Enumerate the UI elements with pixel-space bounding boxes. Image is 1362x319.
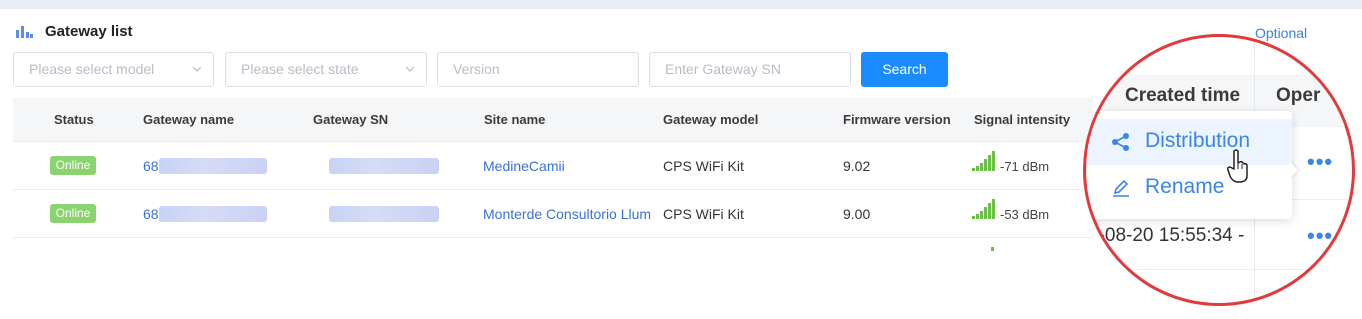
gateway-name-link[interactable]: 68	[143, 158, 159, 174]
page-title: Gateway list	[45, 23, 133, 40]
more-actions-icon[interactable]: •••	[1307, 223, 1333, 249]
site-name-link[interactable]: MedineCamii	[483, 158, 565, 174]
column-gateway-sn: Gateway SN	[313, 112, 389, 127]
gateway-sn-input[interactable]: Enter Gateway SN	[649, 52, 851, 87]
column-firmware-version: Firmware version	[843, 112, 951, 127]
redaction-patch	[267, 150, 329, 182]
redaction-patch	[267, 198, 329, 230]
row-divider	[13, 141, 1093, 142]
state-select-placeholder: Please select state	[241, 61, 359, 77]
gateway-model-text: CPS WiFi Kit	[663, 206, 744, 222]
share-icon	[1112, 133, 1129, 151]
gateway-model-text: CPS WiFi Kit	[663, 158, 744, 174]
site-name-link[interactable]: Monterde Consultorio Llum	[483, 206, 651, 222]
version-input[interactable]: Version	[437, 52, 639, 87]
chevron-down-icon	[193, 66, 201, 72]
row-divider	[13, 237, 1093, 238]
state-select[interactable]: Please select state	[225, 52, 427, 87]
operation-dropdown-menu: Distribution Rename	[1087, 111, 1292, 219]
created-time-value: 1-08-20 15:55:34 -	[1088, 225, 1245, 246]
column-created-time: Created time	[1125, 85, 1241, 106]
bar-chart-icon	[16, 26, 33, 38]
firmware-version-text: 9.00	[843, 206, 871, 222]
signal-value: -53 dBm	[1000, 207, 1050, 222]
distribution-menu-item[interactable]: Distribution	[1087, 119, 1292, 165]
hand-pointer-icon	[1227, 149, 1248, 183]
redacted-gateway-name	[159, 206, 267, 222]
column-operation: Oper	[1276, 85, 1321, 106]
status-badge: Online	[50, 204, 96, 223]
model-select[interactable]: Please select model	[13, 52, 214, 87]
redacted-gateway-name	[159, 158, 267, 174]
status-badge: Online	[50, 156, 96, 175]
chevron-down-icon	[406, 66, 414, 72]
edit-icon	[1113, 179, 1129, 197]
more-actions-icon[interactable]: •••	[1307, 149, 1333, 175]
signal-strength-icon	[972, 151, 995, 171]
signal-bar-fragment	[991, 247, 994, 251]
row-divider	[1086, 269, 1352, 270]
rename-menu-item[interactable]: Rename	[1087, 165, 1292, 211]
gateway-sn-input-placeholder: Enter Gateway SN	[665, 61, 781, 77]
magnifier-callout: Created time Oper 1-08-20 15:55:34 - •••…	[1083, 34, 1355, 306]
column-gateway-name: Gateway name	[143, 112, 235, 127]
rename-label: Rename	[1145, 175, 1225, 198]
redacted-gateway-sn	[329, 158, 439, 174]
signal-strength-icon	[972, 199, 995, 219]
search-button[interactable]: Search	[861, 52, 948, 87]
top-band	[0, 0, 1362, 9]
model-select-placeholder: Please select model	[29, 61, 155, 77]
optional-link[interactable]: Optional	[1255, 25, 1307, 41]
column-gateway-model: Gateway model	[663, 112, 759, 127]
column-site-name: Site name	[484, 112, 546, 127]
gateway-name-link[interactable]: 68	[143, 206, 159, 222]
firmware-version-text: 9.02	[843, 158, 871, 174]
redacted-gateway-sn	[329, 206, 439, 222]
column-signal-intensity: Signal intensity	[974, 112, 1071, 127]
row-divider	[13, 189, 1093, 190]
signal-value: -71 dBm	[1000, 159, 1050, 174]
column-status: Status	[54, 112, 94, 127]
version-input-placeholder: Version	[453, 61, 500, 77]
menu-pointer	[1289, 161, 1298, 179]
